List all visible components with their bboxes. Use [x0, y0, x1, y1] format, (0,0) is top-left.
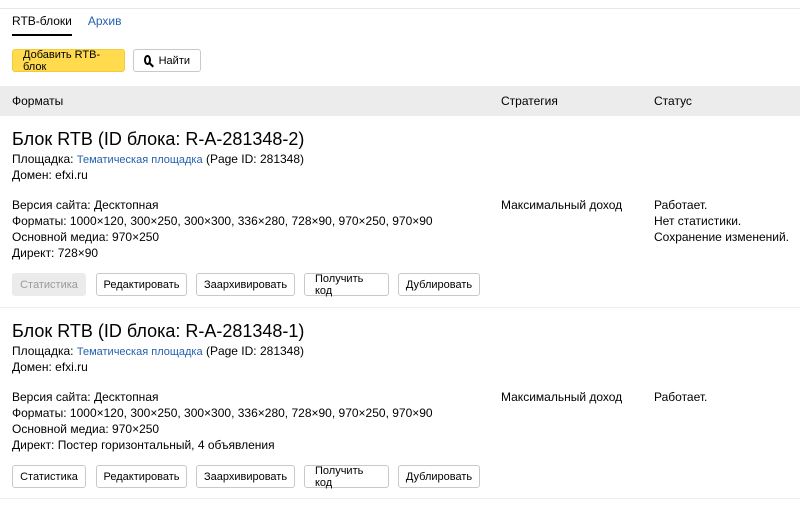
statistics-button[interactable]: Статистика [12, 465, 86, 488]
header-strategy: Стратегия [501, 94, 558, 108]
find-button-label: Найти [158, 54, 190, 67]
top-divider [0, 8, 800, 9]
block-formats: Форматы: 1000×120, 300×250, 300×300, 336… [12, 214, 433, 228]
page-id: (Page ID: 281348) [205, 152, 305, 166]
table-header: Форматы Стратегия Статус [0, 86, 800, 116]
block-platform: Площадка: Тематическая площадка (Page ID… [12, 151, 304, 168]
archive-button[interactable]: Заархивировать [196, 273, 295, 296]
block-status-1: Работает. [654, 198, 708, 212]
platform-link[interactable]: Тематическая площадка [77, 346, 203, 358]
block-status-1: Работает. [654, 390, 708, 404]
row-divider [0, 307, 800, 308]
block-title: Блок RTB (ID блока: R-A-281348-2) [12, 129, 305, 149]
duplicate-button[interactable]: Дублировать [398, 465, 480, 488]
block-strategy: Максимальный доход [501, 390, 623, 404]
row-divider [0, 498, 800, 499]
get-code-button[interactable]: Получить код [304, 273, 389, 297]
platform-label: Площадка: [12, 152, 74, 166]
page-id: (Page ID: 281348) [205, 344, 305, 358]
header-status: Статус [654, 94, 692, 108]
block-site-version: Версия сайта: Десктопная [12, 390, 159, 404]
header-formats: Форматы [12, 94, 64, 108]
block-site-version: Версия сайта: Десктопная [12, 198, 159, 212]
block-status-2: Нет статистики. [654, 214, 742, 228]
archive-button[interactable]: Заархивировать [196, 465, 295, 488]
tab-archive[interactable]: Архив [88, 12, 122, 36]
edit-button[interactable]: Редактировать [96, 465, 187, 488]
search-icon [144, 54, 151, 65]
tab-rtb-blocks[interactable]: RTB-блоки [12, 12, 72, 36]
block-domain: Домен: efxi.ru [12, 168, 88, 182]
block-platform: Площадка: Тематическая площадка (Page ID… [12, 343, 304, 360]
block-strategy: Максимальный доход [501, 198, 623, 212]
edit-button[interactable]: Редактировать [96, 273, 187, 296]
platform-label: Площадка: [12, 344, 74, 358]
duplicate-button[interactable]: Дублировать [398, 273, 480, 296]
block-direct: Директ: 728×90 [12, 246, 99, 260]
platform-link[interactable]: Тематическая площадка [77, 154, 203, 166]
statistics-button[interactable]: Статистика [12, 273, 86, 296]
find-button[interactable]: Найти [133, 49, 201, 72]
block-formats: Форматы: 1000×120, 300×250, 300×300, 336… [12, 406, 433, 420]
block-title: Блок RTB (ID блока: R-A-281348-1) [12, 321, 305, 341]
block-domain: Домен: efxi.ru [12, 360, 88, 374]
block-main-media: Основной медиа: 970×250 [12, 422, 160, 436]
add-rtb-block-button[interactable]: Добавить RTB-блок [12, 49, 125, 73]
block-direct: Директ: Постер горизонтальный, 4 объявле… [12, 438, 275, 452]
block-main-media: Основной медиа: 970×250 [12, 230, 160, 244]
tab-bar: RTB-блоки Архив [12, 12, 138, 36]
block-status-3: Сохранение изменений. [654, 230, 789, 244]
get-code-button[interactable]: Получить код [304, 465, 389, 489]
